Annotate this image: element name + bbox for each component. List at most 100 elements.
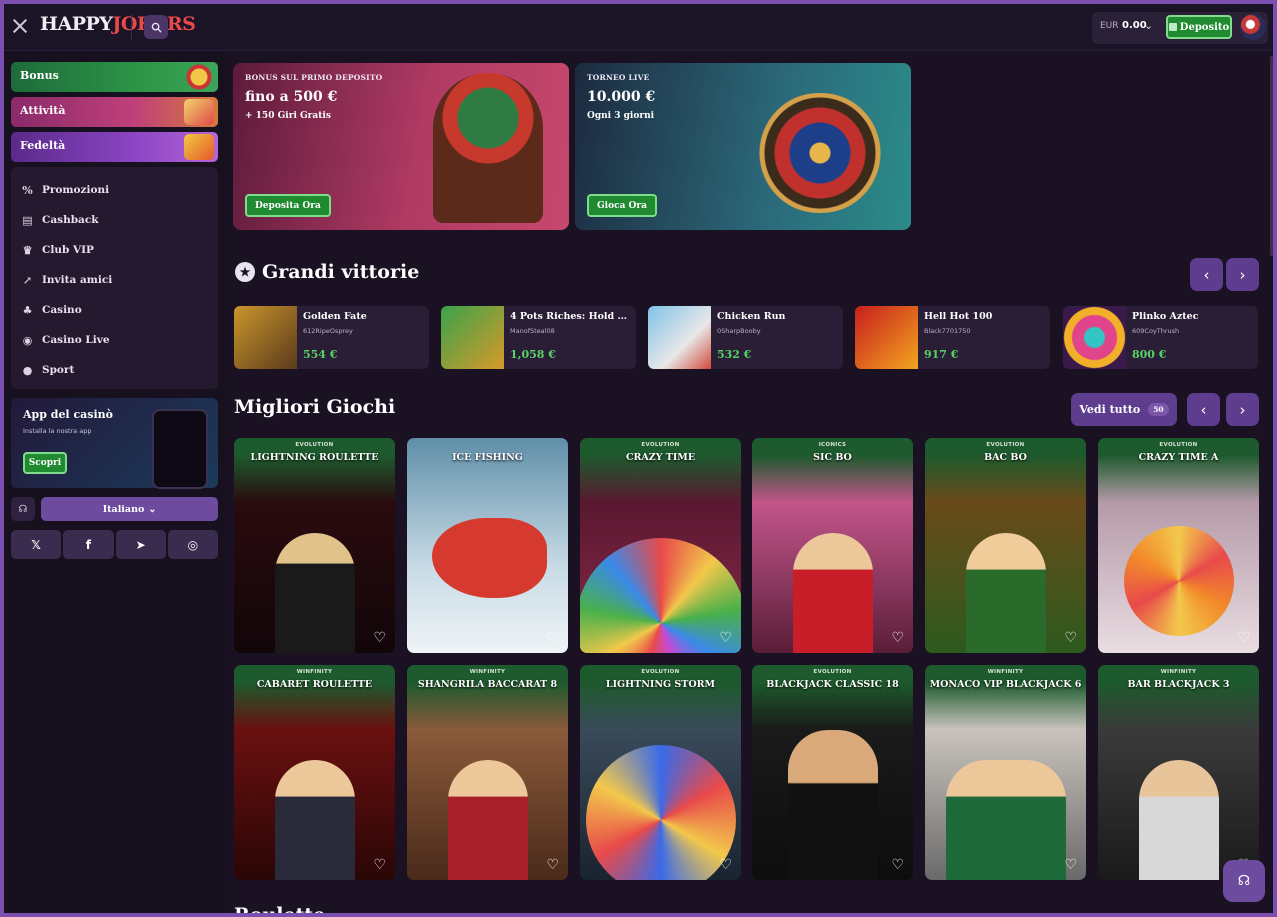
deposit-now-button[interactable]: Deposita Ora xyxy=(245,194,331,217)
chat-support-button[interactable]: ☊ xyxy=(1223,860,1265,902)
section-title-text: Grandi vittorie xyxy=(262,261,420,283)
game-card[interactable]: ICE FISHING ♡ xyxy=(407,438,568,653)
game-card[interactable]: WINFINITY CABARET ROULETTE ♡ xyxy=(234,665,395,880)
close-icon[interactable] xyxy=(12,18,28,34)
game-thumbnail xyxy=(234,306,297,369)
sidebar-tab-bonus[interactable]: Bonus xyxy=(11,62,218,92)
game-title: LIGHTNING ROULETTE xyxy=(250,452,379,463)
game-provider: WINFINITY xyxy=(469,669,506,675)
big-win-card[interactable]: Hell Hot 100 Black7701750 917 € xyxy=(855,306,1050,369)
game-provider: ICONICS xyxy=(818,442,847,448)
big-win-card[interactable]: 4 Pots Riches: Hold and Win ManofSteal08… xyxy=(441,306,636,369)
heart-icon[interactable]: ♡ xyxy=(373,630,386,646)
game-card[interactable]: EVOLUTION CRAZY TIME A ♡ xyxy=(1098,438,1259,653)
top-games-next-button[interactable]: › xyxy=(1226,393,1259,426)
game-card[interactable]: WINFINITY MONACO VIP BLACKJACK 6 ♡ xyxy=(925,665,1086,880)
dealer-image xyxy=(274,533,355,653)
app-promo-subtitle: Installa la nostra app xyxy=(23,427,92,435)
game-card[interactable]: EVOLUTION BAC BO ♡ xyxy=(925,438,1086,653)
search-button[interactable] xyxy=(144,15,168,39)
heart-icon[interactable]: ♡ xyxy=(719,857,732,873)
avatar[interactable] xyxy=(1240,14,1266,40)
big-win-card[interactable]: Golden Fate 612RipeOsprey 554 € xyxy=(234,306,429,369)
banner-label: BONUS SUL PRIMO DEPOSITO xyxy=(245,73,383,82)
dice-icon xyxy=(184,99,214,125)
game-title: CABARET ROULETTE xyxy=(256,679,373,690)
discover-button[interactable]: Scopri xyxy=(23,452,67,474)
game-card[interactable]: WINFINITY BAR BLACKJACK 3 ♡ xyxy=(1098,665,1259,880)
big-win-card[interactable]: Plinko Aztec 609CoyThrush 800 € xyxy=(1063,306,1258,369)
sidebar-item-label: Cashback xyxy=(42,214,99,226)
heart-icon[interactable]: ♡ xyxy=(891,857,904,873)
heart-icon[interactable]: ♡ xyxy=(719,630,732,646)
telegram-icon[interactable]: ➤ xyxy=(115,530,166,559)
deposit-button[interactable]: Deposito xyxy=(1166,15,1232,39)
game-title: SIC BO xyxy=(813,452,852,463)
win-player-name: 609CoyThrush xyxy=(1132,327,1180,335)
game-title: LIGHTNING STORM xyxy=(605,679,716,690)
sidebar-item-cashback[interactable]: ▤ Cashback xyxy=(21,205,208,235)
banner-live-tournament[interactable]: TORNEO LIVE 10.000 € Ogni 3 giorni Gioca… xyxy=(575,63,911,230)
banner-label: TORNEO LIVE xyxy=(587,73,650,82)
game-title: BLACKJACK CLASSIC 18 xyxy=(766,679,899,690)
sidebar-tab-attivita[interactable]: Attività xyxy=(11,97,218,127)
language-select[interactable]: Italiano ⌄ xyxy=(41,497,218,521)
heart-icon[interactable]: ♡ xyxy=(1064,630,1077,646)
dealer-image xyxy=(965,533,1046,653)
banner-subtitle: + 150 Giri Gratis xyxy=(245,111,331,121)
app-frame: HAPPYJOKERS EUR 0.00 ⌄ Deposito Bonus At… xyxy=(4,4,1273,913)
sidebar-item-casino[interactable]: ♣ Casino xyxy=(21,295,208,325)
win-game-name: 4 Pots Riches: Hold and Win xyxy=(510,311,632,322)
x-icon[interactable]: 𝕏 xyxy=(11,530,62,559)
facebook-icon[interactable]: f xyxy=(63,530,114,559)
sidebar-item-sport[interactable]: ● Sport xyxy=(21,355,208,385)
headset-icon[interactable]: ☊ xyxy=(11,497,35,521)
dealer-image xyxy=(792,533,873,653)
roulette-wheel-image xyxy=(755,93,885,213)
win-player-name: ManofSteal08 xyxy=(510,327,555,335)
game-provider: EVOLUTION xyxy=(986,442,1025,448)
language-row: ☊ Italiano ⌄ xyxy=(11,497,218,521)
divider xyxy=(131,14,132,40)
heart-icon[interactable]: ♡ xyxy=(373,857,386,873)
see-all-button[interactable]: Vedi tutto 50 xyxy=(1071,393,1177,426)
sidebar-item-label: Sport xyxy=(42,364,75,376)
heart-icon[interactable]: ♡ xyxy=(1064,857,1077,873)
game-card[interactable]: EVOLUTION LIGHTNING ROULETTE ♡ xyxy=(234,438,395,653)
heart-icon[interactable]: ♡ xyxy=(546,857,559,873)
sidebar-item-invita-amici[interactable]: ↗ Invita amici xyxy=(21,265,208,295)
big-wins-prev-button[interactable]: ‹ xyxy=(1190,258,1223,291)
chevron-down-icon[interactable]: ⌄ xyxy=(1144,19,1153,32)
win-amount: 917 € xyxy=(924,348,959,361)
win-game-name: Chicken Run xyxy=(717,311,786,322)
play-now-button[interactable]: Gioca Ora xyxy=(587,194,657,217)
heart-icon[interactable]: ♡ xyxy=(546,630,559,646)
game-card[interactable]: EVOLUTION CRAZY TIME ♡ xyxy=(580,438,741,653)
scrollbar[interactable] xyxy=(1270,56,1273,256)
game-card[interactable]: WINFINITY SHANGRILA BACCARAT 8 ♡ xyxy=(407,665,568,880)
see-all-count: 50 xyxy=(1148,403,1169,416)
game-card[interactable]: ICONICS SIC BO ♡ xyxy=(752,438,913,653)
banner-bonus[interactable]: BONUS SUL PRIMO DEPOSITO fino a 500 € + … xyxy=(233,63,569,230)
banner-title: fino a 500 € xyxy=(245,89,338,105)
game-card[interactable]: EVOLUTION LIGHTNING STORM ♡ xyxy=(580,665,741,880)
money-wheel-image xyxy=(1123,526,1234,636)
jester-hat-icon xyxy=(184,134,214,160)
game-card[interactable]: EVOLUTION BLACKJACK CLASSIC 18 ♡ xyxy=(752,665,913,880)
sidebar-item-casino-live[interactable]: ◉ Casino Live xyxy=(21,325,208,355)
sidebar-tab-fedelta[interactable]: Fedeltà xyxy=(11,132,218,162)
game-thumbnail xyxy=(648,306,711,369)
heart-icon[interactable]: ♡ xyxy=(1237,630,1250,646)
sidebar-item-promozioni[interactable]: % Promozioni xyxy=(21,175,208,205)
jester-character-image xyxy=(433,73,543,223)
big-wins-next-button[interactable]: › xyxy=(1226,258,1259,291)
instagram-icon[interactable]: ◎ xyxy=(167,530,218,559)
social-links: 𝕏 f ➤ ◎ xyxy=(11,530,218,559)
win-amount: 1,058 € xyxy=(510,348,556,361)
sidebar-item-club-vip[interactable]: ♛ Club VIP xyxy=(21,235,208,265)
top-games-prev-button[interactable]: ‹ xyxy=(1187,393,1220,426)
heart-icon[interactable]: ♡ xyxy=(891,630,904,646)
game-provider: EVOLUTION xyxy=(641,669,680,675)
big-win-card[interactable]: Chicken Run 0SharpBooby 532 € xyxy=(648,306,843,369)
logo[interactable]: HAPPYJOKERS xyxy=(40,13,196,35)
